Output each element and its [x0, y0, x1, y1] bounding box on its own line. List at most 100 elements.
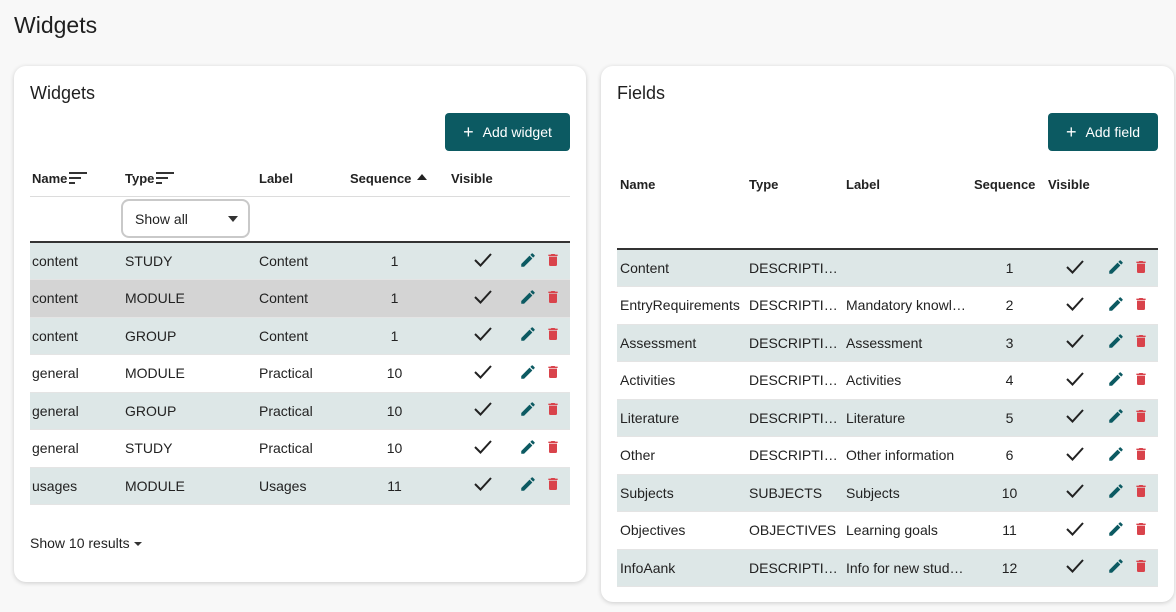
table-row[interactable]: Subjects SUBJECTS Subjects 10	[617, 474, 1158, 512]
pencil-icon[interactable]	[1107, 332, 1125, 353]
trash-icon[interactable]	[545, 288, 561, 309]
pencil-icon[interactable]	[1107, 258, 1125, 279]
pencil-icon[interactable]	[519, 438, 537, 459]
widgets-table: Name Type Label Sequence Visible Show al…	[30, 162, 570, 505]
cell-type: OBJECTIVES	[746, 511, 843, 550]
check-icon	[1065, 333, 1085, 352]
column-header-name[interactable]: Name	[617, 168, 746, 200]
table-row[interactable]: content GROUP Content 1	[30, 317, 570, 355]
cell-name: content	[30, 279, 123, 318]
cell-label: Usages	[257, 467, 338, 505]
column-header-name[interactable]: Name	[30, 162, 123, 197]
table-row[interactable]: Objectives OBJECTIVES Learning goals 11	[617, 511, 1158, 550]
cell-label: Content	[257, 279, 338, 318]
pencil-icon[interactable]	[1107, 482, 1125, 503]
trash-icon[interactable]	[1133, 332, 1149, 353]
trash-icon[interactable]	[1133, 482, 1149, 503]
table-row[interactable]: general MODULE Practical 10	[30, 354, 570, 393]
column-header-visible[interactable]: Visible	[449, 162, 515, 197]
table-row[interactable]: content MODULE Content 1	[30, 279, 570, 318]
table-row[interactable]: Other DESCRIPTION Other information 6	[617, 436, 1158, 475]
cell-sequence: 12	[971, 549, 1045, 587]
check-icon	[473, 439, 493, 458]
sort-lines-icon[interactable]	[156, 171, 175, 185]
pencil-icon[interactable]	[1107, 445, 1125, 466]
cell-actions	[1102, 286, 1158, 325]
table-row[interactable]: content STUDY Content 1	[30, 242, 570, 280]
check-icon	[1065, 521, 1085, 540]
add-field-button[interactable]: + Add field	[1048, 113, 1158, 151]
cell-sequence: 1	[971, 249, 1045, 287]
trash-icon[interactable]	[545, 400, 561, 421]
cell-sequence: 10	[338, 354, 449, 393]
table-row[interactable]: Literature DESCRIPTION Literature 5	[617, 399, 1158, 437]
trash-icon[interactable]	[1133, 295, 1149, 316]
trash-icon[interactable]	[545, 251, 561, 272]
cell-name: EntryRequirements	[617, 286, 746, 325]
cell-type: MODULE	[123, 279, 257, 318]
trash-icon[interactable]	[1133, 557, 1149, 578]
table-row[interactable]: general GROUP Practical 10	[30, 392, 570, 430]
cell-sequence: 1	[338, 279, 449, 318]
pencil-icon[interactable]	[1107, 370, 1125, 391]
fields-table: Name Type Label Sequence Visible Content…	[617, 168, 1158, 587]
pencil-icon[interactable]	[1107, 295, 1125, 316]
sort-ascending-icon[interactable]	[417, 174, 428, 181]
caret-down-icon	[133, 542, 142, 546]
column-header-type[interactable]: Type	[746, 168, 843, 200]
cell-label: Mandatory knowl…	[843, 286, 971, 325]
trash-icon[interactable]	[1133, 520, 1149, 541]
table-row[interactable]: usages MODULE Usages 11	[30, 467, 570, 505]
trash-icon[interactable]	[1133, 258, 1149, 279]
trash-icon[interactable]	[1133, 445, 1149, 466]
trash-icon[interactable]	[545, 325, 561, 346]
add-widget-button[interactable]: + Add widget	[445, 113, 570, 151]
check-icon	[473, 476, 493, 495]
trash-icon[interactable]	[545, 475, 561, 496]
cell-label: Other information	[843, 436, 971, 475]
table-row[interactable]: Content DESCRIPTION 1	[617, 249, 1158, 287]
column-header-type[interactable]: Type	[123, 162, 257, 197]
trash-icon[interactable]	[1133, 407, 1149, 428]
cell-label: Content	[257, 317, 338, 355]
cell-name: usages	[30, 467, 123, 505]
table-row[interactable]: Activities DESCRIPTION Activities 4	[617, 361, 1158, 400]
table-row[interactable]: general STUDY Practical 10	[30, 429, 570, 468]
table-row[interactable]: Assessment DESCRIPTION Assessment 3	[617, 324, 1158, 362]
table-row[interactable]: InfoAank DESCRIPTION Info for new stud… 12	[617, 549, 1158, 587]
cell-actions	[515, 467, 570, 505]
page-size-selector[interactable]: Show 10 results	[30, 535, 142, 551]
pencil-icon[interactable]	[519, 251, 537, 272]
cell-type: DESCRIPTION	[746, 399, 843, 437]
pencil-icon[interactable]	[519, 475, 537, 496]
pencil-icon[interactable]	[1107, 407, 1125, 428]
pencil-icon[interactable]	[1107, 557, 1125, 578]
cell-sequence: 1	[338, 242, 449, 280]
pencil-icon[interactable]	[519, 288, 537, 309]
sort-lines-icon[interactable]	[69, 171, 88, 185]
pencil-icon[interactable]	[519, 363, 537, 384]
trash-icon[interactable]	[545, 438, 561, 459]
check-icon	[473, 289, 493, 308]
column-header-sequence[interactable]: Sequence	[338, 162, 449, 197]
column-header-label[interactable]: Label	[257, 162, 338, 197]
trash-icon[interactable]	[545, 363, 561, 384]
cell-type: DESCRIPTION	[746, 361, 843, 400]
pencil-icon[interactable]	[519, 400, 537, 421]
cell-visible	[1045, 436, 1102, 475]
column-header-label[interactable]: Label	[843, 168, 971, 200]
type-filter-select[interactable]: Show all	[121, 199, 250, 239]
pencil-icon[interactable]	[519, 325, 537, 346]
column-header-sequence[interactable]: Sequence	[971, 168, 1045, 200]
fields-card-title: Fields	[617, 83, 666, 103]
cell-label: Practical	[257, 429, 338, 468]
cell-actions	[1102, 324, 1158, 362]
check-icon	[1065, 296, 1085, 315]
table-row[interactable]: EntryRequirements DESCRIPTION Mandatory kn…	[617, 286, 1158, 325]
trash-icon[interactable]	[1133, 370, 1149, 391]
cell-label: Practical	[257, 354, 338, 393]
cell-visible	[1045, 361, 1102, 400]
pencil-icon[interactable]	[1107, 520, 1125, 541]
column-header-visible[interactable]: Visible	[1045, 168, 1102, 200]
cell-type: GROUP	[123, 317, 257, 355]
